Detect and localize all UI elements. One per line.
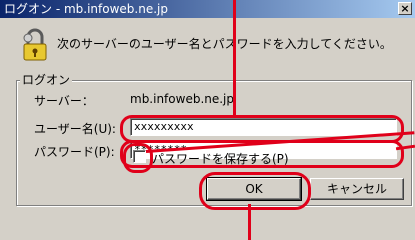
- close-button[interactable]: ×: [398, 2, 412, 15]
- server-value: mb.infoweb.ne.jp: [130, 92, 235, 106]
- group-label: ログオン: [20, 71, 73, 88]
- server-label: サーバー：: [34, 94, 94, 108]
- prompt-text: 次のサーバーのユーザー名とパスワードを入力してください。: [57, 37, 392, 51]
- password-label: パスワード(P):: [34, 145, 115, 159]
- username-field[interactable]: xxxxxxxxx: [130, 118, 397, 136]
- save-password-label[interactable]: パスワードを保存する(P): [152, 150, 289, 167]
- ok-button[interactable]: OK: [206, 177, 302, 201]
- key-lock-icon: [23, 28, 47, 61]
- username-label: ユーザー名(U):: [34, 122, 116, 136]
- window-title: ログオン - mb.infoweb.ne.jp: [4, 2, 168, 16]
- cancel-button[interactable]: キャンセル: [310, 178, 404, 200]
- title-bar: ログオン - mb.infoweb.ne.jp ×: [0, 0, 415, 18]
- annotation-line-bottom: [248, 204, 251, 240]
- save-password-checkbox[interactable]: [133, 150, 146, 163]
